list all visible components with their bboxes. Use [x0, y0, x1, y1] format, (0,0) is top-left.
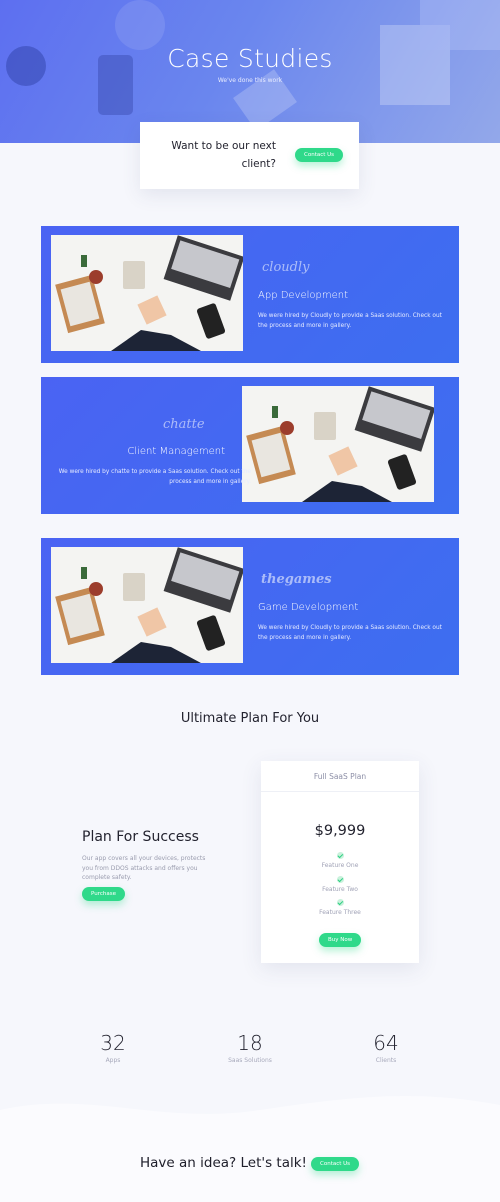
stat-number: 18 — [237, 1031, 263, 1055]
page-subtitle: We've done this work — [217, 77, 283, 84]
check-icon — [337, 852, 344, 859]
chatte-logo: chatte — [163, 417, 205, 432]
case-title: App Development — [258, 290, 349, 301]
stat-number: 32 — [100, 1031, 126, 1055]
plan-price: $9,999 — [314, 823, 366, 839]
case-description: We were hired by Cloudly to provide a Sa… — [258, 625, 442, 641]
feature-item: Feature One — [321, 862, 359, 869]
check-icon — [337, 899, 344, 906]
case-title: Client Management — [127, 446, 225, 457]
stat-label: Clients — [375, 1057, 397, 1064]
case-description: We were hired by Cloudly to provide a Sa… — [258, 313, 442, 329]
case-photo — [51, 547, 243, 663]
footer-wave-background — [0, 1095, 500, 1202]
desk-photo-illustration — [242, 386, 434, 502]
desk-photo-illustration — [51, 547, 243, 663]
cloudly-logo: cloudly — [262, 260, 310, 275]
stat-number: 64 — [373, 1031, 399, 1055]
stat-apps: 32 Apps — [53, 1031, 173, 1064]
case-title: Game Development — [258, 602, 359, 613]
case-card-client-management[interactable]: chatte Client Management We were hired b… — [41, 377, 459, 514]
plan-for-success-title: Plan For Success — [82, 829, 199, 845]
case-description: We were hired by chatte to provide a Saa… — [58, 469, 251, 485]
case-card-app-development[interactable]: cloudly App Development We were hired by… — [41, 226, 459, 363]
plan-name: Full SaaS Plan — [261, 761, 419, 792]
case-photo — [51, 235, 243, 351]
purchase-button[interactable]: Purchase — [82, 887, 125, 901]
feature-item: Feature Three — [319, 909, 361, 916]
contact-us-button[interactable]: Contact Us — [295, 148, 344, 162]
stat-label: Saas Solutions — [228, 1057, 272, 1064]
page-title: Case Studies — [167, 44, 333, 73]
plan-for-success-description: Our app covers all your devices, protect… — [82, 855, 206, 881]
buy-now-button[interactable]: Buy Now — [319, 933, 362, 947]
thegames-logo: thegames — [261, 572, 332, 587]
cta-text-line2: client? — [241, 158, 276, 170]
stat-clients: 64 Clients — [326, 1031, 446, 1064]
cta-card: Want to be our next client? Contact Us — [140, 122, 359, 189]
desk-photo-illustration — [51, 235, 243, 351]
case-photo — [242, 386, 434, 502]
feature-item: Feature Two — [322, 886, 358, 893]
stat-label: Apps — [105, 1057, 121, 1064]
check-icon — [337, 876, 344, 883]
cta-text-line1: Want to be our next — [171, 140, 276, 152]
plan-section-heading: Ultimate Plan For You — [180, 711, 320, 726]
footer-contact-us-button[interactable]: Contact Us — [311, 1157, 360, 1171]
footer-cta-text: Have an idea? Let's talk! — [140, 1155, 307, 1171]
stat-saas-solutions: 18 Saas Solutions — [190, 1031, 310, 1064]
case-card-game-development[interactable]: thegames Game Development We were hired … — [41, 538, 459, 675]
pricing-card: Full SaaS Plan $9,999 Feature One Featur… — [261, 761, 419, 963]
